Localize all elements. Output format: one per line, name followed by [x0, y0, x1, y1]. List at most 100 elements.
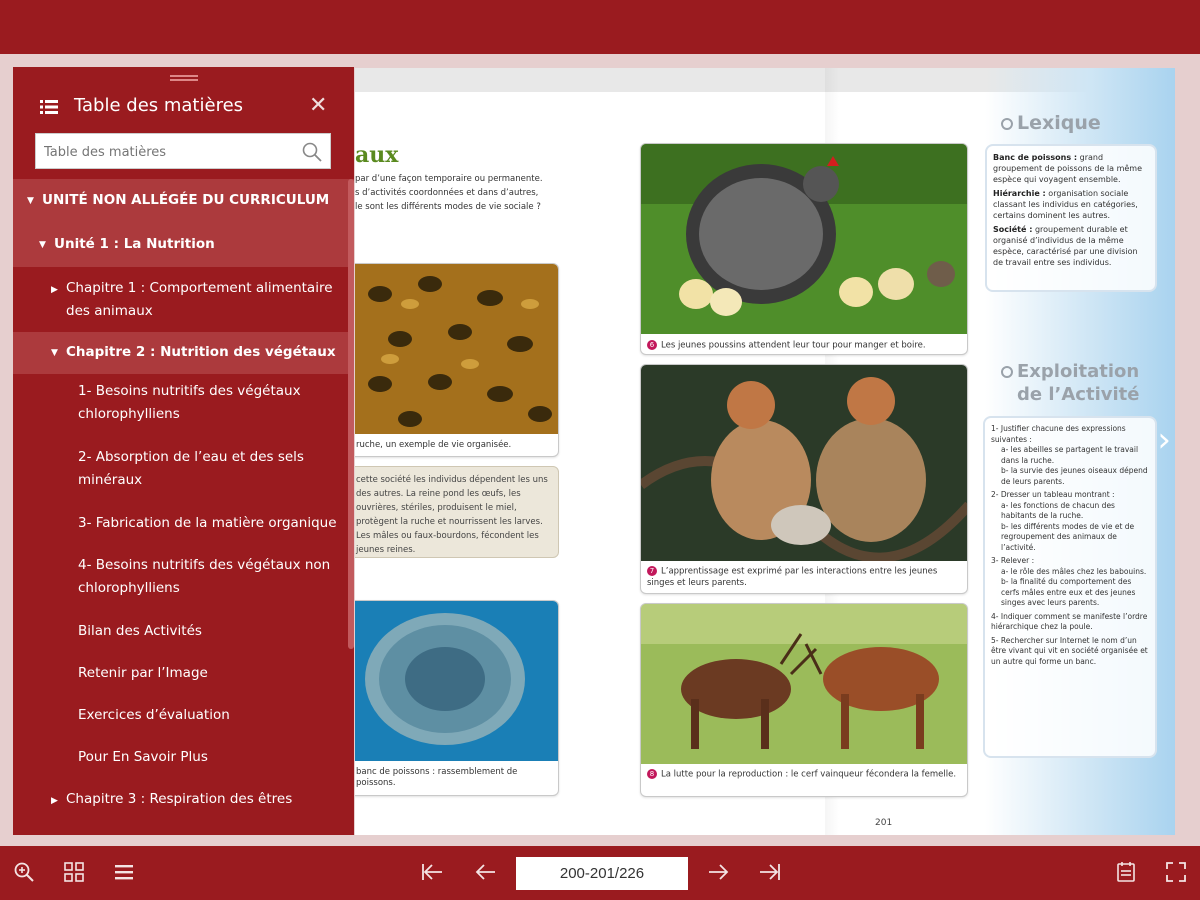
exploitation-line: b- la survie des jeunes oiseaux dépend d…	[1001, 466, 1148, 486]
lexique-term: Banc de poissons :	[993, 153, 1078, 162]
toc-item-label: Chapitre 3 : Respiration des êtres	[66, 791, 293, 807]
lexique-entry: Hiérarchie : organisation sociale classa…	[993, 188, 1149, 221]
hen-figure: 6 Les jeunes poussins attendent leur tour…	[640, 143, 968, 355]
toc-item-chapitre-2[interactable]: ▼ Chapitre 2 : Nutrition des végétaux	[13, 332, 354, 374]
toc-item-exercices[interactable]: Exercices d’évaluation	[13, 703, 354, 733]
search-icon[interactable]	[300, 140, 324, 164]
bees-note: cette société les individus dépendent le…	[355, 466, 559, 558]
notes-icon[interactable]	[1112, 858, 1140, 886]
exploitation-line: 1- Justifier chacune des expressions sui…	[991, 424, 1126, 444]
exploitation-line: 5- Rechercher sur Internet le nom d’un ê…	[991, 635, 1148, 666]
next-page-chevron-icon[interactable]: ›	[1157, 420, 1171, 460]
caret-right-icon: ▶	[51, 285, 58, 295]
bullet-icon	[1001, 117, 1013, 130]
exploitation-line: a- le rôle des mâles chez les babouins.	[1001, 566, 1147, 576]
bees-photo	[355, 264, 558, 434]
exploitation-line: a- les fonctions de chacun des habitants…	[1001, 500, 1115, 521]
deer-caption: 8 La lutte pour la reproduction : le cerf…	[647, 769, 961, 781]
top-bar	[0, 0, 1200, 54]
lexique-entry: Société : groupement durable et organisé…	[993, 224, 1149, 268]
monkeys-caption: 7 L’apprentissage est exprimé par les int…	[647, 566, 961, 589]
toc-item-chapitre-1[interactable]: ▶ Chapitre 1 : Comportement alimentaire …	[13, 267, 354, 327]
toc-item-section-2[interactable]: 2- Absorption de l’eau et des sels minér…	[13, 445, 354, 501]
previous-page-icon[interactable]	[472, 858, 500, 886]
caret-right-icon: ▶	[51, 796, 58, 806]
intro-line: par d’une façon temporaire ou permanente…	[355, 174, 543, 184]
intro-line: s d’activités coordonnées et dans d’autr…	[355, 188, 539, 198]
toc-item-retenir[interactable]: Retenir par l’Image	[13, 661, 354, 691]
deer-figure: 8 La lutte pour la reproduction : le cerf…	[640, 603, 968, 797]
toc-item-section-4[interactable]: 4- Besoins nutritifs des végétaux non ch…	[13, 553, 354, 609]
exploitation-title-line: Exploitation	[1017, 361, 1140, 382]
fish-photo	[355, 601, 558, 761]
toc-item-label: Chapitre 2 : Nutrition des végétaux	[66, 344, 336, 360]
page-number: 201	[875, 818, 893, 828]
toc-item-label: Bilan des Activités	[78, 623, 202, 639]
toc-item-unite-1[interactable]: ▼ Unité 1 : La Nutrition	[13, 223, 354, 267]
next-page-icon[interactable]	[704, 858, 732, 886]
exploitation-line: b- les différents modes de vie et de reg…	[1001, 521, 1135, 552]
toc-item-unite[interactable]: ▼ UNITÉ NON ALLÉGÉE DU CURRICULUM	[13, 179, 354, 223]
close-icon[interactable]: ✕	[309, 93, 327, 118]
toc-item-label: UNITÉ NON ALLÉGÉE DU CURRICULUM	[42, 192, 330, 208]
lexique-title-text: Lexique	[1017, 112, 1101, 134]
bullet-icon	[1001, 366, 1013, 378]
exploitation-title-line: de l’Activité	[1017, 384, 1140, 405]
exploitation-line: a- les abeilles se partagent le travail …	[1001, 445, 1139, 465]
fish-caption: banc de poissons : rassemblement de pois…	[356, 767, 518, 788]
toc-item-label: Retenir par l’Image	[78, 665, 208, 681]
drag-handle-icon[interactable]	[170, 75, 198, 77]
grid-icon[interactable]	[60, 858, 88, 886]
toc-item-label: Pour En Savoir Plus	[78, 749, 208, 765]
caret-down-icon: ▼	[27, 196, 34, 206]
book-spread[interactable]: aux par d’une façon temporaire ou perman…	[355, 68, 1175, 835]
exploitation-line: 4- Indiquer comment se manifeste l’ordre…	[991, 611, 1148, 632]
deer-caption-text: La lutte pour la reproduction : le cerf …	[661, 769, 957, 780]
toc-item-label: 4- Besoins nutritifs des végétaux non ch…	[78, 557, 331, 596]
first-page-icon[interactable]	[418, 858, 446, 886]
lexique-term: Société :	[993, 225, 1033, 234]
toc-search-box	[35, 133, 331, 169]
toc-item-section-3[interactable]: 3- Fabrication de la matière organique	[13, 511, 354, 541]
last-page-icon[interactable]	[756, 858, 784, 886]
left-page-heading: aux	[355, 142, 399, 168]
caret-down-icon: ▼	[51, 348, 58, 358]
toc-item-label: Exercices d’évaluation	[78, 707, 230, 723]
caret-down-icon: ▼	[39, 240, 46, 250]
zoom-icon[interactable]	[10, 858, 38, 886]
fish-figure: banc de poissons : rassemblement de pois…	[355, 600, 559, 796]
toc-item-label: Unité 1 : La Nutrition	[54, 236, 215, 252]
hen-caption: 6 Les jeunes poussins attendent leur tour…	[647, 340, 961, 352]
toc-item-section-1[interactable]: 1- Besoins nutritifs des végétaux chloro…	[13, 379, 354, 435]
monkeys-caption-text: L’apprentissage est exprimé par les inte…	[647, 566, 938, 588]
toc-item-bilan[interactable]: Bilan des Activités	[13, 619, 354, 649]
bees-figure: ruche, un exemple de vie organisée.	[355, 263, 559, 457]
toc-title: Table des matières	[74, 95, 244, 116]
caption-number-badge: 8	[647, 769, 657, 779]
fullscreen-icon[interactable]	[1162, 858, 1190, 886]
exploitation-title: Exploitation de l’Activité	[1001, 360, 1139, 406]
toc-search-input[interactable]	[44, 142, 294, 162]
monkeys-figure: 7 L’apprentissage est exprimé par les int…	[640, 364, 968, 594]
toc-item-label: 2- Absorption de l’eau et des sels minér…	[78, 449, 304, 488]
caption-number-badge: 6	[647, 340, 657, 350]
toc-item-label: 1- Besoins nutritifs des végétaux chloro…	[78, 383, 301, 422]
exploitation-box: 1- Justifier chacune des expressions sui…	[983, 416, 1157, 758]
intro-line: le sont les différents modes de vie soci…	[355, 202, 541, 212]
list-icon[interactable]	[110, 858, 138, 886]
toc-header: Table des matières ✕	[13, 91, 354, 123]
toc-item-savoir-plus[interactable]: Pour En Savoir Plus	[13, 745, 354, 775]
hen-caption-text: Les jeunes poussins attendent leur tour …	[661, 340, 926, 351]
caption-number-badge: 7	[647, 566, 657, 576]
exploitation-line: 2- Dresser un tableau montrant :	[991, 490, 1115, 499]
exploitation-line: 3- Relever :	[991, 556, 1035, 565]
bees-caption: ruche, un exemple de vie organisée.	[356, 440, 512, 450]
page-number-input[interactable]	[516, 857, 688, 890]
toc-item-label: 3- Fabrication de la matière organique	[78, 515, 337, 531]
monkeys-photo	[641, 365, 967, 561]
toc-panel: Table des matières ✕ ▼ UNITÉ NON ALLÉGÉE…	[13, 67, 354, 835]
toc-scrollbar[interactable]	[348, 179, 354, 649]
toc-item-chapitre-3[interactable]: ▶ Chapitre 3 : Respiration des êtres	[13, 787, 354, 817]
lexique-term: Hiérarchie :	[993, 189, 1046, 198]
toc-item-label: Chapitre 1 : Comportement alimentaire de…	[66, 280, 333, 319]
